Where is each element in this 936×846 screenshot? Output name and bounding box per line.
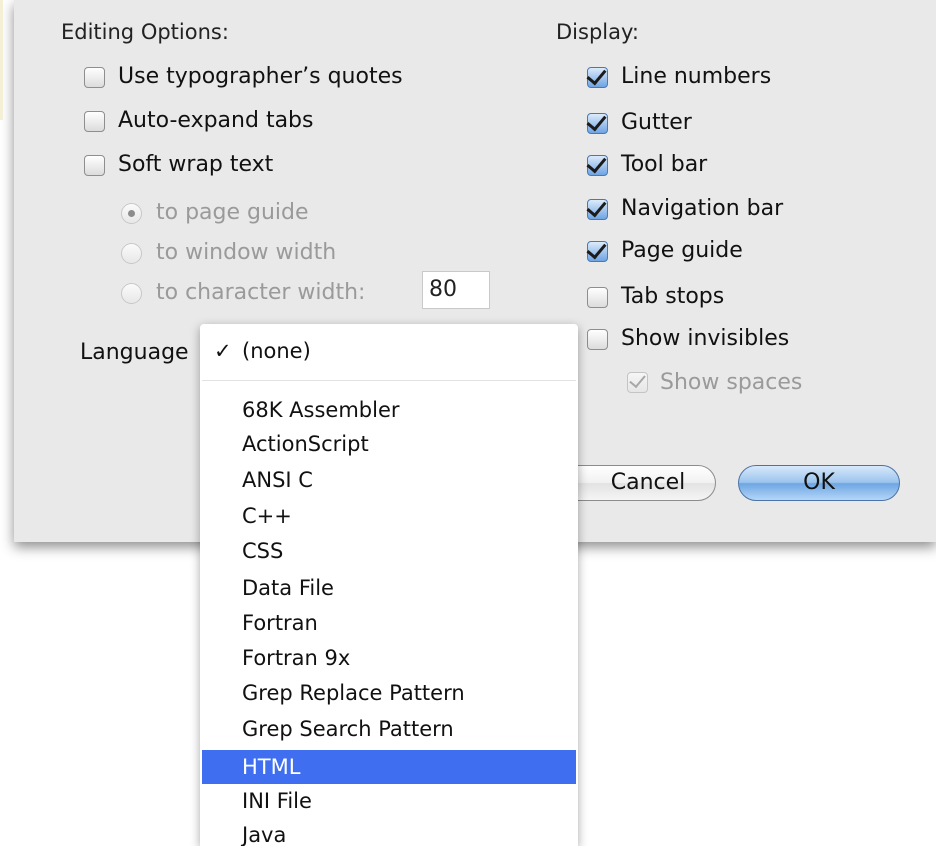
language-option-cpp[interactable]: C++: [202, 501, 576, 531]
show-spaces-label: Show spaces: [660, 370, 803, 395]
language-option-grep-replace-pattern[interactable]: Grep Replace Pattern: [202, 678, 576, 708]
ok-button[interactable]: OK: [738, 465, 900, 501]
wrap-to-page-guide-label: to page guide: [156, 200, 309, 225]
wrap-to-character-width-radio[interactable]: [121, 283, 142, 304]
navigation-bar-checkbox[interactable]: [587, 199, 608, 220]
language-label: Language: [80, 340, 189, 365]
background-window-edge: [0, 0, 3, 120]
soft-wrap-text-checkbox[interactable]: [84, 155, 105, 176]
show-invisibles-checkbox[interactable]: [587, 329, 608, 350]
wrap-to-window-width-label: to window width: [156, 240, 337, 265]
tool-bar-label[interactable]: Tool bar: [621, 152, 707, 178]
menu-separator: [202, 380, 576, 381]
soft-wrap-text-label[interactable]: Soft wrap text: [118, 152, 273, 178]
wrap-to-character-width-label: to character width:: [156, 280, 366, 305]
language-option-ansi-c[interactable]: ANSI C: [202, 465, 576, 495]
gutter-label[interactable]: Gutter: [621, 110, 692, 136]
language-option-css[interactable]: CSS: [202, 536, 576, 566]
navigation-bar-label[interactable]: Navigation bar: [621, 196, 783, 222]
language-option-grep-search-pattern[interactable]: Grep Search Pattern: [202, 714, 576, 744]
language-option-html[interactable]: HTML: [202, 750, 576, 784]
language-option-fortran-9x[interactable]: Fortran 9x: [202, 643, 576, 673]
language-option-java[interactable]: Java: [202, 820, 576, 846]
tab-stops-label[interactable]: Tab stops: [621, 284, 724, 310]
wrap-to-window-width-radio[interactable]: [121, 243, 142, 264]
language-option-none[interactable]: (none): [202, 336, 576, 366]
page-guide-label[interactable]: Page guide: [621, 238, 743, 264]
language-option-data-file[interactable]: Data File: [202, 573, 576, 603]
line-numbers-label[interactable]: Line numbers: [621, 64, 771, 90]
typographers-quotes-checkbox[interactable]: [84, 67, 105, 88]
auto-expand-tabs-label[interactable]: Auto-expand tabs: [118, 108, 313, 134]
tab-stops-checkbox[interactable]: [587, 287, 608, 308]
show-invisibles-label[interactable]: Show invisibles: [621, 326, 789, 352]
line-numbers-checkbox[interactable]: [587, 67, 608, 88]
cancel-button[interactable]: Cancel: [560, 465, 716, 501]
text-options-screen: Editing Options: Use typographer’s quote…: [0, 0, 936, 846]
wrap-to-page-guide-radio[interactable]: [121, 203, 142, 224]
tool-bar-checkbox[interactable]: [587, 155, 608, 176]
display-heading: Display:: [556, 20, 639, 44]
language-option-actionscript[interactable]: ActionScript: [202, 429, 576, 459]
language-option-fortran[interactable]: Fortran: [202, 608, 576, 638]
typographers-quotes-label[interactable]: Use typographer’s quotes: [118, 64, 403, 90]
auto-expand-tabs-checkbox[interactable]: [84, 111, 105, 132]
show-spaces-checkbox[interactable]: [627, 372, 648, 393]
language-option-68k-assembler[interactable]: 68K Assembler: [202, 395, 576, 425]
page-guide-checkbox[interactable]: [587, 241, 608, 262]
gutter-checkbox[interactable]: [587, 113, 608, 134]
editing-options-heading: Editing Options:: [61, 20, 229, 44]
language-option-ini-file[interactable]: INI File: [202, 786, 576, 816]
character-width-field[interactable]: 80: [422, 271, 490, 309]
